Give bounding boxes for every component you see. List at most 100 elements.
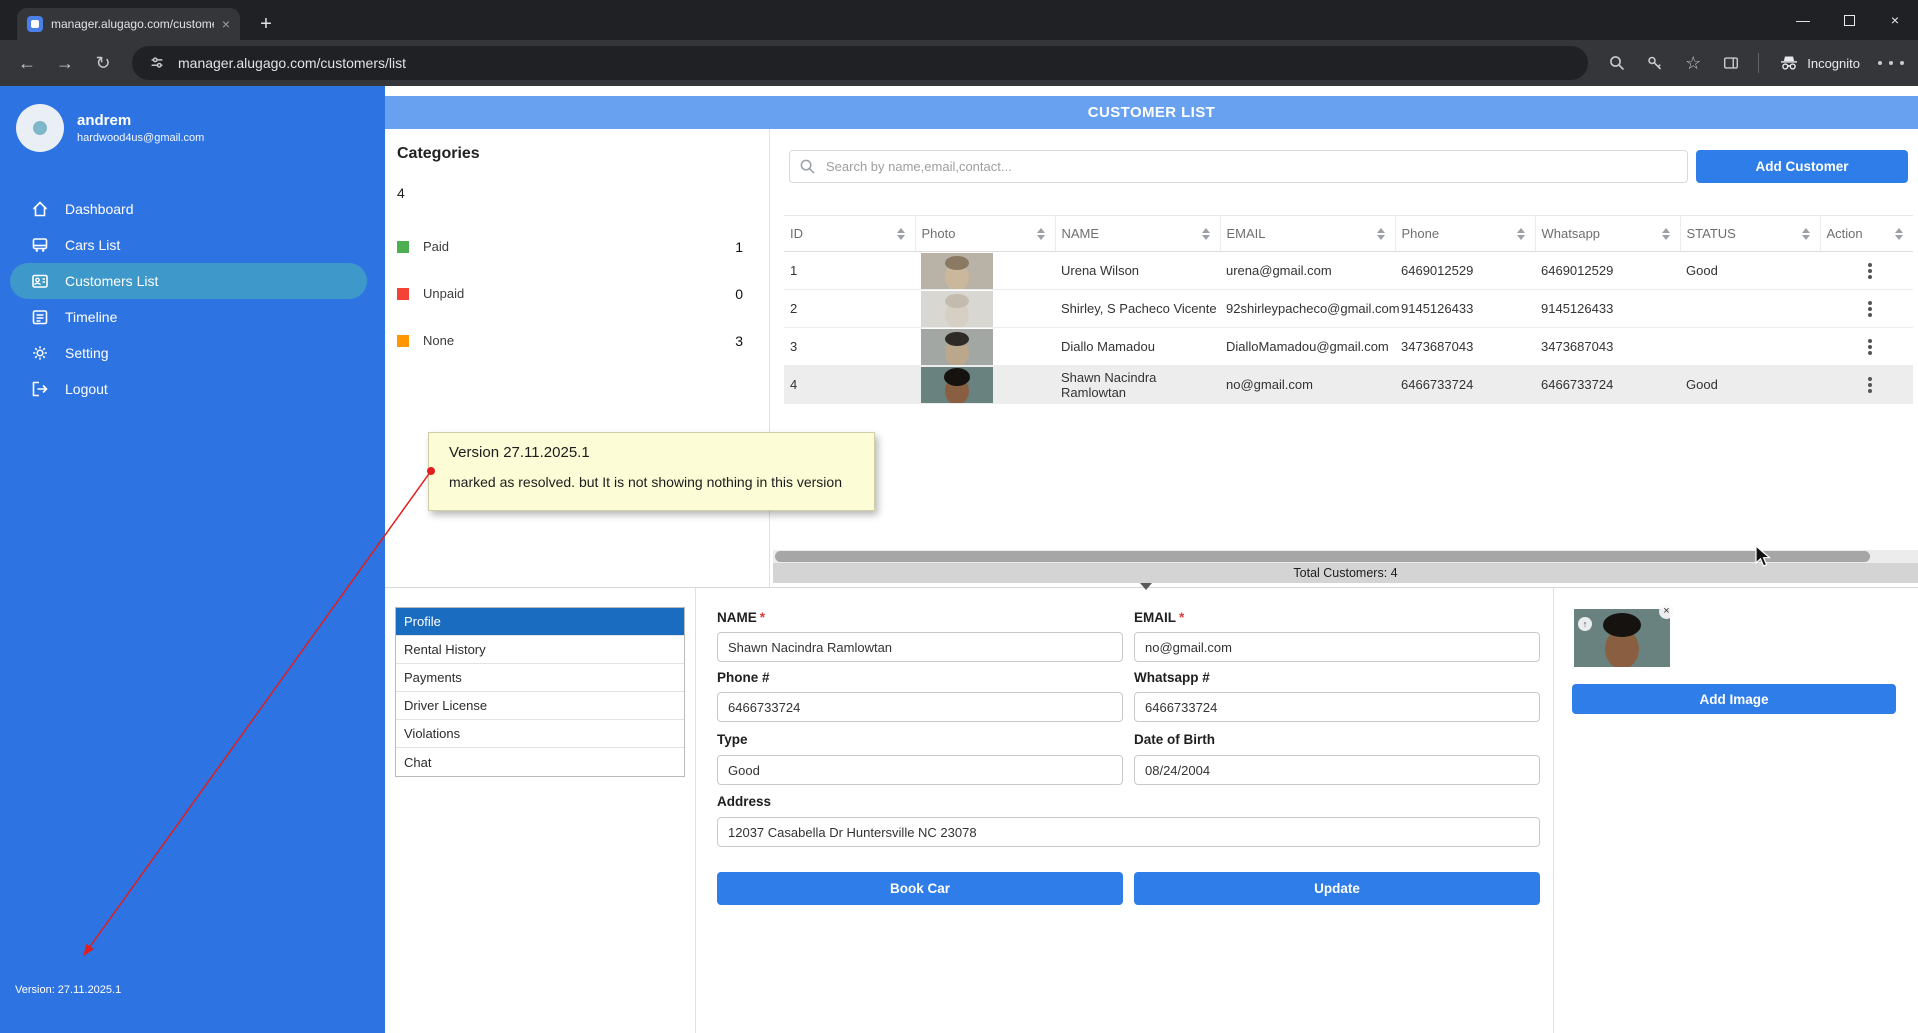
browser-toolbar: ← → ↻ manager.alugago.com/customers/list… bbox=[0, 40, 1918, 86]
phone-field[interactable] bbox=[717, 692, 1123, 722]
tab-profile[interactable]: Profile bbox=[396, 608, 684, 636]
row-actions-button[interactable] bbox=[1826, 377, 1913, 393]
sidebar-item-customers-list[interactable]: Customers List bbox=[10, 263, 367, 299]
sidebar-item-label: Customers List bbox=[65, 273, 158, 289]
cell-photo bbox=[915, 366, 1055, 404]
zoom-icon[interactable] bbox=[1600, 46, 1634, 80]
type-field[interactable] bbox=[717, 755, 1123, 785]
incognito-label: Incognito bbox=[1807, 56, 1860, 71]
customer-photo bbox=[921, 253, 993, 289]
cell-email: 92shirleypacheco@gmail.com bbox=[1220, 290, 1395, 328]
cell-photo bbox=[915, 328, 1055, 366]
vertical-divider bbox=[1553, 588, 1554, 1033]
sidebar-item-logout[interactable]: Logout bbox=[10, 371, 367, 407]
home-icon bbox=[30, 199, 50, 219]
sort-icon[interactable] bbox=[1895, 228, 1903, 240]
sort-icon[interactable] bbox=[1377, 228, 1385, 240]
search-icon bbox=[799, 158, 816, 175]
column-header-id: ID bbox=[790, 226, 803, 241]
tab-rental-history[interactable]: Rental History bbox=[396, 636, 684, 664]
update-button[interactable]: Update bbox=[1134, 872, 1540, 905]
address-bar[interactable]: manager.alugago.com/customers/list bbox=[132, 46, 1588, 80]
table-row[interactable]: 2 Shirley, S Pacheco Vicente 92shirleypa… bbox=[784, 290, 1913, 328]
browser-menu-button[interactable] bbox=[1874, 46, 1908, 80]
tab-chat[interactable]: Chat bbox=[396, 748, 684, 776]
forward-button[interactable]: → bbox=[48, 46, 82, 80]
close-window-button[interactable]: × bbox=[1872, 0, 1918, 40]
customers-icon bbox=[30, 271, 50, 291]
column-header-phone: Phone bbox=[1402, 226, 1440, 241]
site-controls-icon[interactable] bbox=[148, 54, 166, 72]
row-actions-button[interactable] bbox=[1826, 301, 1913, 317]
column-header-action: Action bbox=[1827, 226, 1863, 241]
table-row[interactable]: 1 Urena Wilson urena@gmail.com 646901252… bbox=[784, 252, 1913, 290]
sidebar-item-dashboard[interactable]: Dashboard bbox=[10, 191, 367, 227]
remove-image-button[interactable]: × bbox=[1659, 604, 1674, 619]
sidebar-item-label: Dashboard bbox=[65, 201, 134, 217]
upload-photo-icon[interactable]: ↑ bbox=[1578, 617, 1592, 631]
name-field[interactable] bbox=[717, 632, 1123, 662]
customers-table: ID Photo NAME EMAIL Phone Whatsapp STATU… bbox=[784, 215, 1913, 404]
total-customers-bar: Total Customers: 4 bbox=[773, 563, 1918, 583]
scrollbar-thumb[interactable] bbox=[775, 551, 1870, 562]
sort-icon[interactable] bbox=[1517, 228, 1525, 240]
sort-icon[interactable] bbox=[897, 228, 905, 240]
category-item-none[interactable]: None 3 bbox=[397, 317, 769, 364]
cell-name: Urena Wilson bbox=[1055, 252, 1220, 290]
new-tab-button[interactable]: + bbox=[252, 10, 280, 38]
sidebar-item-setting[interactable]: Setting bbox=[10, 335, 367, 371]
category-item-unpaid[interactable]: Unpaid 0 bbox=[397, 270, 769, 317]
password-key-icon[interactable] bbox=[1638, 46, 1672, 80]
tab-close-icon[interactable]: × bbox=[222, 17, 230, 31]
category-count: 0 bbox=[735, 286, 743, 302]
cell-id: 2 bbox=[784, 290, 915, 328]
minimize-button[interactable]: — bbox=[1780, 0, 1826, 40]
book-car-button[interactable]: Book Car bbox=[717, 872, 1123, 905]
cell-id: 4 bbox=[784, 366, 915, 404]
email-field[interactable] bbox=[1134, 632, 1540, 662]
avatar bbox=[16, 104, 64, 152]
email-label: EMAIL* bbox=[1134, 610, 1184, 625]
sort-icon[interactable] bbox=[1202, 228, 1210, 240]
table-row-selected[interactable]: 4 Shawn Nacindra Ramlowtan no@gmail.com … bbox=[784, 366, 1913, 404]
bookmark-star-icon[interactable]: ☆ bbox=[1676, 46, 1710, 80]
categories-panel: Categories 4 Paid 1 Unpaid 0 bbox=[385, 129, 770, 587]
back-button[interactable]: ← bbox=[10, 46, 44, 80]
dob-field[interactable] bbox=[1134, 755, 1540, 785]
customer-photo-preview: ↑ × bbox=[1574, 609, 1670, 667]
phone-label: Phone # bbox=[717, 670, 770, 685]
sort-icon[interactable] bbox=[1037, 228, 1045, 240]
side-panel-icon[interactable] bbox=[1714, 46, 1748, 80]
add-customer-button[interactable]: Add Customer bbox=[1696, 150, 1908, 183]
sidebar-item-timeline[interactable]: Timeline bbox=[10, 299, 367, 335]
search-input[interactable] bbox=[789, 150, 1688, 183]
reload-button[interactable]: ↻ bbox=[86, 46, 120, 80]
tab-violations[interactable]: Violations bbox=[396, 720, 684, 748]
cell-whatsapp: 9145126433 bbox=[1535, 290, 1680, 328]
sidebar-item-label: Timeline bbox=[65, 309, 117, 325]
browser-tab[interactable]: manager.alugago.com/custome × bbox=[17, 8, 240, 40]
add-image-button[interactable]: Add Image bbox=[1572, 684, 1896, 714]
sort-icon[interactable] bbox=[1662, 228, 1670, 240]
horizontal-scrollbar[interactable] bbox=[773, 550, 1918, 563]
panel-resize-handle-icon[interactable] bbox=[1140, 583, 1152, 590]
tab-driver-license[interactable]: Driver License bbox=[396, 692, 684, 720]
table-header-row: ID Photo NAME EMAIL Phone Whatsapp STATU… bbox=[784, 216, 1913, 252]
row-actions-button[interactable] bbox=[1826, 339, 1913, 355]
address-field[interactable] bbox=[717, 817, 1540, 847]
user-profile: andrem hardwood4us@gmail.com bbox=[0, 86, 385, 152]
category-item-paid[interactable]: Paid 1 bbox=[397, 223, 769, 270]
cell-email: no@gmail.com bbox=[1220, 366, 1395, 404]
sidebar-item-cars-list[interactable]: Cars List bbox=[10, 227, 367, 263]
table-row[interactable]: 3 Diallo Mamadou DialloMamadou@gmail.com… bbox=[784, 328, 1913, 366]
category-count: 3 bbox=[735, 333, 743, 349]
sort-icon[interactable] bbox=[1802, 228, 1810, 240]
maximize-button[interactable] bbox=[1826, 0, 1872, 40]
cell-status: Good bbox=[1680, 252, 1820, 290]
customer-photo bbox=[921, 367, 993, 403]
whatsapp-label: Whatsapp # bbox=[1134, 670, 1210, 685]
tab-payments[interactable]: Payments bbox=[396, 664, 684, 692]
whatsapp-field[interactable] bbox=[1134, 692, 1540, 722]
user-name: andrem bbox=[77, 112, 204, 129]
row-actions-button[interactable] bbox=[1826, 263, 1913, 279]
